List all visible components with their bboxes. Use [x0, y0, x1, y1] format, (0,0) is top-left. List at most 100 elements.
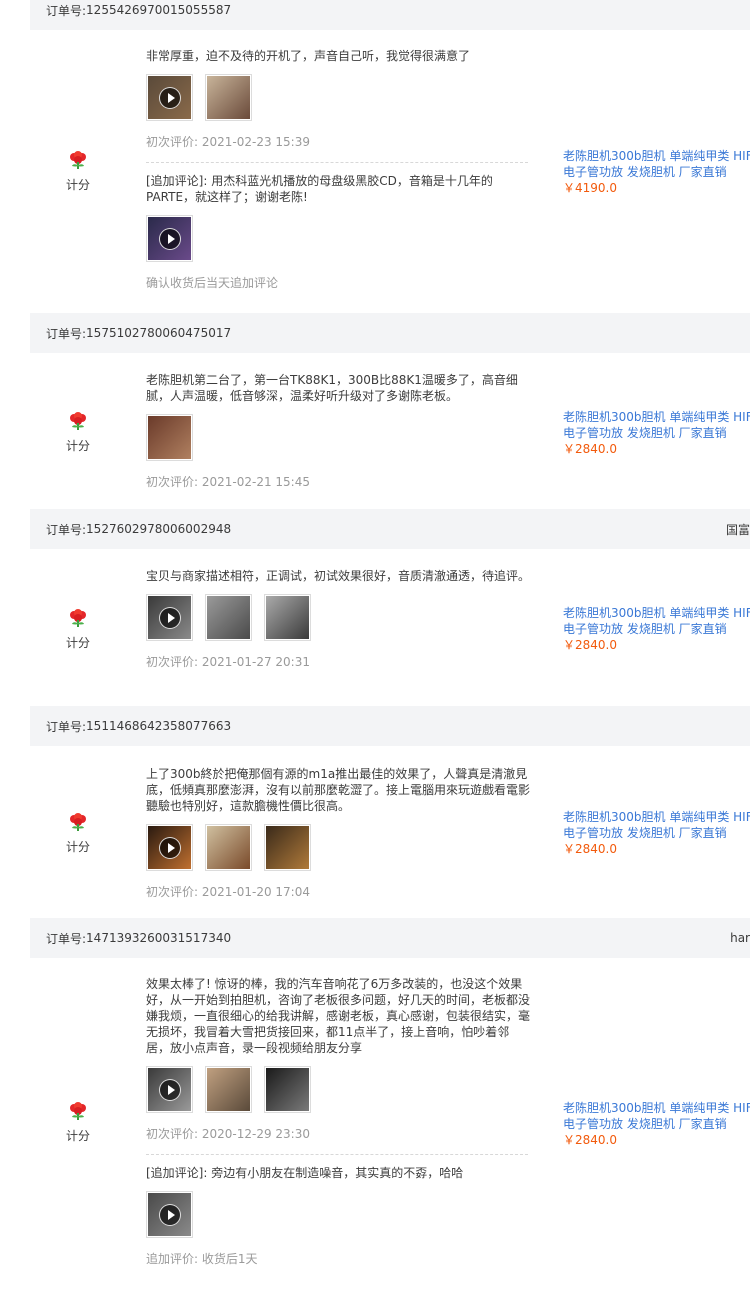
product-info: 老陈胆机300b胆机 单端纯甲类 HIFI电子管功放 发烧胆机 厂家直销 ￥28… [563, 1100, 750, 1148]
score: 计分 [63, 812, 93, 855]
product-price: ￥2840.0 [563, 1133, 617, 1147]
review-content: 效果太棒了! 惊讶的棒，我的汽车音响花了6万多改装的，也没这个效果好，从一开始到… [146, 976, 532, 1267]
photo-thumbnail[interactable] [264, 594, 311, 641]
product-link[interactable]: 老陈胆机300b胆机 单端纯甲类 HIFI电子管功放 发烧胆机 厂家直销 [563, 1100, 750, 1132]
additional-review-text: [追加评论]: 旁边有小朋友在制造噪音，其实真的不孬，哈哈 [146, 1166, 464, 1180]
review-photos [146, 74, 532, 121]
play-icon [158, 1203, 181, 1226]
product-price: ￥4190.0 [563, 181, 617, 195]
order-header: 订单号: 1527602978006002948 国富 [30, 509, 750, 549]
review-date: 初次评价: 2021-01-27 20:31 [146, 655, 310, 669]
order-header: 订单号: 1575102780060475017 [30, 313, 750, 353]
score: 计分 [63, 411, 93, 454]
review-content: 老陈胆机第二台了，第一台TK88K1，300B比88K1温暖多了，高音细腻，人声… [146, 372, 532, 490]
order-label: 订单号: [46, 719, 87, 734]
video-thumbnail[interactable] [146, 215, 193, 262]
order-number: 1471393260031517340 [86, 931, 232, 945]
product-info: 老陈胆机300b胆机 单端纯甲类 HIFI电子管功放 发烧胆机 厂家直销 ￥28… [563, 605, 750, 653]
divider [146, 162, 528, 163]
order-label: 订单号: [46, 3, 87, 18]
review-text: 宝贝与商家描述相符，正调试，初试效果很好，音质清澈通透，待追评。 [146, 569, 531, 583]
score: 计分 [63, 608, 93, 651]
order-header: 订单号: 1255426970015055587 [30, 0, 750, 30]
flower-icon [70, 813, 86, 831]
photo-thumbnail[interactable] [205, 74, 252, 121]
product-link[interactable]: 老陈胆机300b胆机 单端纯甲类 HIFI电子管功放 发烧胆机 厂家直销 [563, 809, 750, 841]
product-price: ￥2840.0 [563, 442, 617, 456]
play-icon [158, 1078, 181, 1101]
product-link[interactable]: 老陈胆机300b胆机 单端纯甲类 HIFI电子管功放 发烧胆机 厂家直销 [563, 409, 750, 441]
play-icon [158, 606, 181, 629]
additional-review-note: 追加评价: 收货后1天 [146, 1252, 258, 1266]
video-thumbnail[interactable] [146, 594, 193, 641]
review-block: 订单号: 1255426970015055587 计分 非常厚重，迫不及待的开机… [0, 0, 750, 313]
review-date: 初次评价: 2021-02-23 15:39 [146, 135, 310, 149]
video-thumbnail[interactable] [146, 74, 193, 121]
video-thumbnail[interactable] [146, 824, 193, 871]
review-content: 非常厚重，迫不及待的开机了，声音自己听，我觉得很满意了 初次评价: 2021-0… [146, 48, 532, 291]
review-block: 订单号: 1511468642358077663 计分 上了300b終於把俺那個… [0, 706, 750, 918]
product-price: ￥2840.0 [563, 842, 617, 856]
order-number: 1255426970015055587 [86, 3, 232, 17]
play-icon [158, 86, 181, 109]
review-date: 初次评价: 2021-02-21 15:45 [146, 475, 310, 489]
order-label: 订单号: [46, 326, 87, 341]
additional-review-note: 确认收货后当天追加评论 [146, 276, 279, 290]
additional-review-text: [追加评论]: 用杰科蓝光机播放的母盘级黑胶CD，音箱是十几年的PARTE，就这… [146, 174, 493, 204]
photo-thumbnail[interactable] [205, 594, 252, 641]
product-link[interactable]: 老陈胆机300b胆机 单端纯甲类 HIFI电子管功放 发烧胆机 厂家直销 [563, 148, 750, 180]
order-label: 订单号: [46, 931, 87, 946]
flower-icon [70, 609, 86, 627]
video-thumbnail[interactable] [146, 1191, 193, 1238]
review-date: 初次评价: 2021-01-20 17:04 [146, 885, 310, 899]
photo-thumbnail[interactable] [264, 1066, 311, 1113]
photo-thumbnail[interactable] [264, 824, 311, 871]
product-price: ￥2840.0 [563, 638, 617, 652]
review-photos [146, 824, 532, 871]
product-info: 老陈胆机300b胆机 单端纯甲类 HIFI电子管功放 发烧胆机 厂家直销 ￥28… [563, 809, 750, 857]
review-block: 订单号: 1527602978006002948 国富 计分 宝贝与商家描述相符… [0, 509, 750, 706]
photo-thumbnail[interactable] [205, 824, 252, 871]
review-photos [146, 594, 532, 641]
order-label: 订单号: [46, 522, 87, 537]
buyer-name: har [730, 931, 750, 945]
review-block: 订单号: 1471393260031517340 har 计分 效果太棒了! 惊… [0, 918, 750, 1294]
review-text: 老陈胆机第二台了，第一台TK88K1，300B比88K1温暖多了，高音细腻，人声… [146, 373, 518, 403]
review-content: 上了300b終於把俺那個有源的m1a推出最佳的效果了，人聲真是清澈見底，低頻真那… [146, 766, 532, 900]
review-block: 订单号: 1575102780060475017 计分 老陈胆机第二台了，第一台… [0, 313, 750, 509]
product-info: 老陈胆机300b胆机 单端纯甲类 HIFI电子管功放 发烧胆机 厂家直销 ￥41… [563, 148, 750, 196]
play-icon [158, 836, 181, 859]
score-label: 计分 [65, 840, 90, 854]
order-number: 1575102780060475017 [86, 326, 232, 340]
flower-icon [70, 412, 86, 430]
score-label: 计分 [65, 439, 90, 453]
divider [146, 1154, 528, 1155]
video-thumbnail[interactable] [146, 1066, 193, 1113]
photo-thumbnail[interactable] [146, 414, 193, 461]
product-info: 老陈胆机300b胆机 单端纯甲类 HIFI电子管功放 发烧胆机 厂家直销 ￥28… [563, 409, 750, 457]
review-text: 上了300b終於把俺那個有源的m1a推出最佳的效果了，人聲真是清澈見底，低頻真那… [146, 767, 531, 813]
additional-photos [146, 1191, 532, 1238]
review-photos [146, 414, 532, 461]
score-label: 计分 [65, 178, 90, 192]
flower-icon [70, 1102, 86, 1120]
order-header: 订单号: 1471393260031517340 har [30, 918, 750, 958]
review-text: 效果太棒了! 惊讶的棒，我的汽车音响花了6万多改装的，也没这个效果好，从一开始到… [146, 977, 531, 1055]
score-label: 计分 [65, 1129, 90, 1143]
play-icon [158, 227, 181, 250]
review-date: 初次评价: 2020-12-29 23:30 [146, 1127, 310, 1141]
product-link[interactable]: 老陈胆机300b胆机 单端纯甲类 HIFI电子管功放 发烧胆机 厂家直销 [563, 605, 750, 637]
order-number: 1527602978006002948 [86, 522, 232, 536]
score-label: 计分 [65, 636, 90, 650]
order-number: 1511468642358077663 [86, 719, 232, 733]
score: 计分 [63, 150, 93, 193]
buyer-name: 国富 [725, 522, 750, 537]
photo-thumbnail[interactable] [205, 1066, 252, 1113]
review-content: 宝贝与商家描述相符，正调试，初试效果很好，音质清澈通透，待追评。 初次评价: 2… [146, 568, 532, 670]
additional-photos [146, 215, 532, 262]
score: 计分 [63, 1101, 93, 1144]
order-header: 订单号: 1511468642358077663 [30, 706, 750, 746]
review-photos [146, 1066, 532, 1113]
flower-icon [70, 151, 86, 169]
review-text: 非常厚重，迫不及待的开机了，声音自己听，我觉得很满意了 [146, 49, 471, 63]
